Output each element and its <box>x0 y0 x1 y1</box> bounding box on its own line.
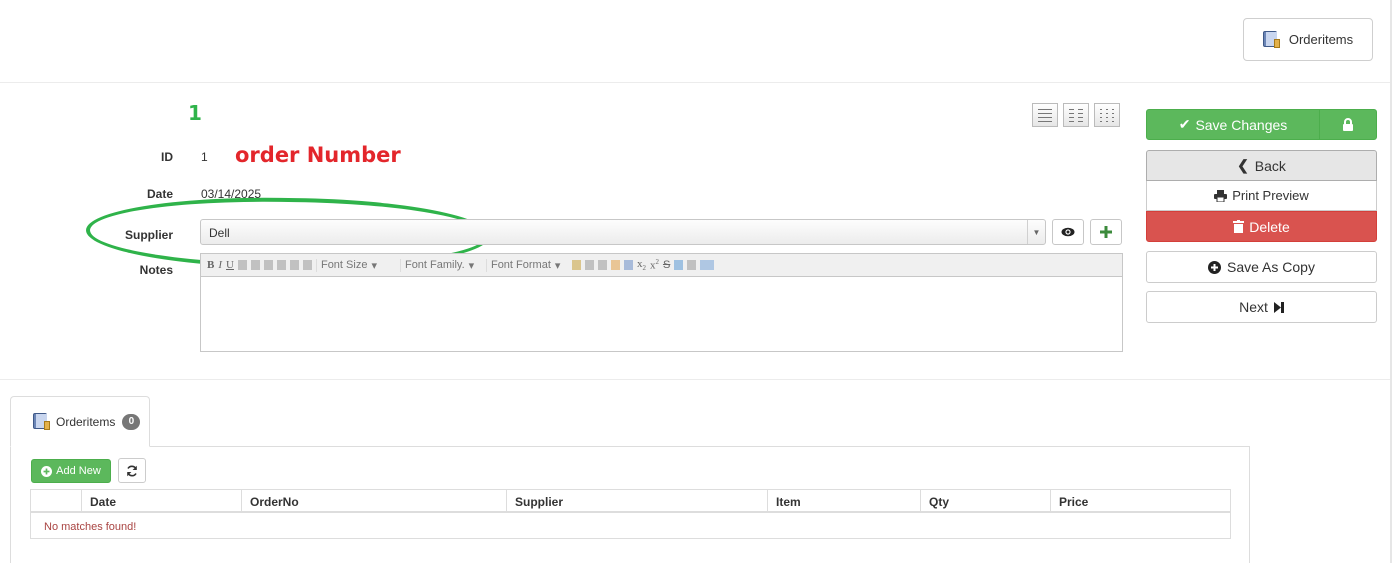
align-justify-icon[interactable] <box>276 260 286 270</box>
empty-table-message: No matches found! <box>44 521 137 533</box>
unlink-icon[interactable] <box>597 260 607 270</box>
print-preview-button[interactable]: Print Preview <box>1146 181 1377 211</box>
column-header-item[interactable]: Item <box>767 490 920 513</box>
table-icon[interactable] <box>700 260 715 270</box>
column-header-supplier[interactable]: Supplier <box>506 490 767 513</box>
strikethrough-icon[interactable]: S <box>663 259 670 271</box>
add-new-label: Add New <box>56 465 101 477</box>
horizontal-rule-icon[interactable] <box>687 260 697 270</box>
tab-orderitems[interactable]: Orderitems 0 <box>10 396 150 447</box>
bullet-list-icon[interactable] <box>289 260 299 270</box>
media-icon[interactable] <box>623 260 633 270</box>
font-format-select[interactable]: Font Format ▾ <box>485 258 568 272</box>
paste-icon[interactable] <box>571 260 581 270</box>
eye-icon <box>1061 227 1075 237</box>
save-changes-button[interactable]: ✔ Save Changes <box>1146 109 1320 140</box>
chevron-down-icon[interactable]: ▼ <box>1027 220 1045 244</box>
chevron-left-icon: ❮ <box>1237 157 1249 173</box>
notes-label: Notes <box>139 263 173 277</box>
id-value: 1 <box>201 150 208 164</box>
font-family-select[interactable]: Font Family. ▾ <box>399 258 482 272</box>
supplier-selected-value: Dell <box>209 226 230 240</box>
two-column-layout-icon[interactable] <box>1063 103 1089 127</box>
column-header-date[interactable]: Date <box>81 490 241 513</box>
align-center-icon[interactable] <box>250 260 260 270</box>
orderitems-button[interactable]: Orderitems <box>1243 18 1373 61</box>
header-divider <box>0 82 1390 83</box>
supplier-label: Supplier <box>124 228 173 242</box>
next-label: Next <box>1239 299 1268 315</box>
tab-orderitems-label: Orderitems <box>56 414 116 429</box>
column-header-qty[interactable]: Qty <box>920 490 1050 513</box>
section-divider <box>0 379 1390 380</box>
link-icon[interactable] <box>584 260 594 270</box>
align-right-icon[interactable] <box>263 260 273 270</box>
editor-toolbar: B I U Font Size ▾ Font Family. ▾ Font Form… <box>201 254 1122 277</box>
orderitems-table: Date OrderNo Supplier Item Qty Price No … <box>30 489 1231 539</box>
supplier-select[interactable]: Dell ▼ <box>200 219 1046 245</box>
save-as-copy-button[interactable]: Save As Copy <box>1146 251 1377 283</box>
three-column-layout-icon[interactable] <box>1094 103 1120 127</box>
table-header: Date OrderNo Supplier Item Qty Price <box>31 490 1230 513</box>
image-icon[interactable] <box>610 260 620 270</box>
refresh-button[interactable] <box>118 458 146 483</box>
book-icon <box>33 413 50 430</box>
font-size-select[interactable]: Font Size ▾ <box>315 258 396 272</box>
check-icon: ✔ <box>1178 116 1191 132</box>
save-changes-label: Save Changes <box>1195 116 1288 133</box>
tab-count-badge: 0 <box>122 413 141 430</box>
font-family-select-label: Font Family. <box>404 259 465 271</box>
column-header-price[interactable]: Price <box>1050 490 1230 513</box>
step-forward-icon <box>1273 301 1284 313</box>
orderitems-button-label: Orderitems <box>1288 32 1354 47</box>
align-left-icon[interactable] <box>237 260 247 270</box>
print-preview-label: Print Preview <box>1232 188 1309 203</box>
print-icon <box>1214 189 1228 202</box>
delete-button[interactable]: Delete <box>1146 211 1377 242</box>
back-button[interactable]: ❮ Back <box>1146 150 1377 181</box>
annotation-order-number: order Number <box>235 143 401 167</box>
bold-icon[interactable]: B <box>207 259 214 271</box>
supplier-view-button[interactable] <box>1052 219 1084 245</box>
plus-icon <box>1100 226 1112 238</box>
date-value: 03/14/2025 <box>201 187 262 201</box>
plus-circle-icon <box>41 465 53 477</box>
numbered-list-icon[interactable] <box>302 260 312 270</box>
page-scrollbar[interactable] <box>1390 0 1392 563</box>
id-label: ID <box>161 150 173 164</box>
single-column-layout-icon[interactable] <box>1032 103 1058 127</box>
annotation-number: 1 <box>188 101 202 125</box>
back-label: Back <box>1254 157 1286 174</box>
font-format-select-label: Font Format <box>490 259 551 271</box>
color-icon[interactable] <box>674 260 684 270</box>
lock-icon <box>1343 118 1353 131</box>
notes-editor[interactable]: B I U Font Size ▾ Font Family. ▾ Font Form… <box>200 253 1123 352</box>
italic-icon[interactable]: I <box>218 259 222 271</box>
font-size-select-label: Font Size <box>320 259 368 271</box>
book-icon <box>1262 31 1280 48</box>
date-label: Date <box>146 187 173 201</box>
refresh-icon <box>127 465 137 476</box>
delete-label: Delete <box>1249 218 1290 235</box>
trash-icon <box>1233 220 1245 233</box>
next-button[interactable]: Next <box>1146 291 1377 323</box>
column-header-orderno[interactable]: OrderNo <box>241 490 506 513</box>
supplier-add-button[interactable] <box>1090 219 1122 245</box>
subscript-icon[interactable]: x2 <box>637 258 646 272</box>
superscript-icon[interactable]: x2 <box>650 258 659 272</box>
save-as-copy-label: Save As Copy <box>1227 259 1315 275</box>
lock-button[interactable] <box>1319 109 1377 140</box>
add-new-button[interactable]: Add New <box>31 459 111 483</box>
underline-icon[interactable]: U <box>226 259 234 271</box>
plus-circle-icon <box>1208 260 1222 274</box>
